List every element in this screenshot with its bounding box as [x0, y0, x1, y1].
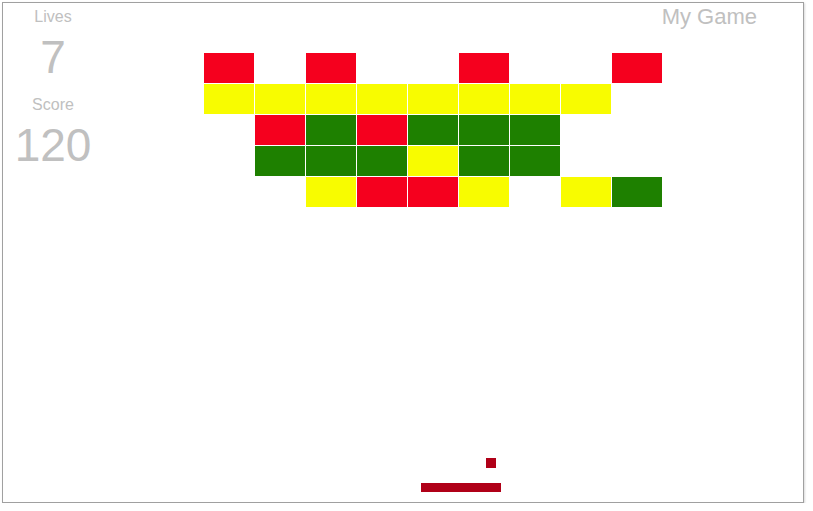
brick — [408, 115, 458, 145]
brick — [204, 84, 254, 114]
brick — [510, 115, 560, 145]
brick — [561, 146, 611, 176]
brick — [510, 53, 560, 83]
brick — [612, 53, 662, 83]
brick — [561, 115, 611, 145]
brick — [306, 177, 356, 207]
brick — [612, 177, 662, 207]
brick — [408, 84, 458, 114]
stat-label: Lives — [34, 7, 71, 27]
paddle[interactable] — [421, 483, 501, 492]
brick — [459, 115, 509, 145]
brick — [561, 53, 611, 83]
hud-stat: Score120 — [3, 95, 103, 175]
brick — [306, 146, 356, 176]
hud: Lives7Score120 — [3, 7, 103, 175]
brick — [204, 115, 254, 145]
brick — [306, 84, 356, 114]
brick — [459, 84, 509, 114]
brick — [357, 146, 407, 176]
brick — [255, 53, 305, 83]
brick — [255, 115, 305, 145]
brick — [255, 177, 305, 207]
ball — [486, 458, 496, 468]
brick — [204, 177, 254, 207]
brick — [357, 177, 407, 207]
brick — [561, 84, 611, 114]
brick — [510, 146, 560, 176]
brick — [459, 146, 509, 176]
brick — [459, 177, 509, 207]
game-title: My Game — [662, 4, 757, 30]
brick — [408, 146, 458, 176]
hud-stat: Lives7 — [3, 7, 103, 87]
brick-wall — [204, 53, 662, 207]
brick — [204, 53, 254, 83]
brick — [510, 84, 560, 114]
brick — [204, 146, 254, 176]
brick — [612, 84, 662, 114]
stat-label: Score — [32, 95, 74, 115]
brick — [408, 177, 458, 207]
brick — [357, 53, 407, 83]
brick — [306, 53, 356, 83]
brick — [255, 84, 305, 114]
brick — [255, 146, 305, 176]
brick — [612, 115, 662, 145]
brick — [561, 177, 611, 207]
brick — [357, 115, 407, 145]
stat-value: 120 — [15, 115, 92, 175]
brick — [357, 84, 407, 114]
game-canvas[interactable]: Lives7Score120My Game — [2, 2, 804, 503]
brick — [459, 53, 509, 83]
brick — [612, 146, 662, 176]
brick — [408, 53, 458, 83]
brick — [510, 177, 560, 207]
stat-value: 7 — [40, 27, 66, 87]
brick — [306, 115, 356, 145]
